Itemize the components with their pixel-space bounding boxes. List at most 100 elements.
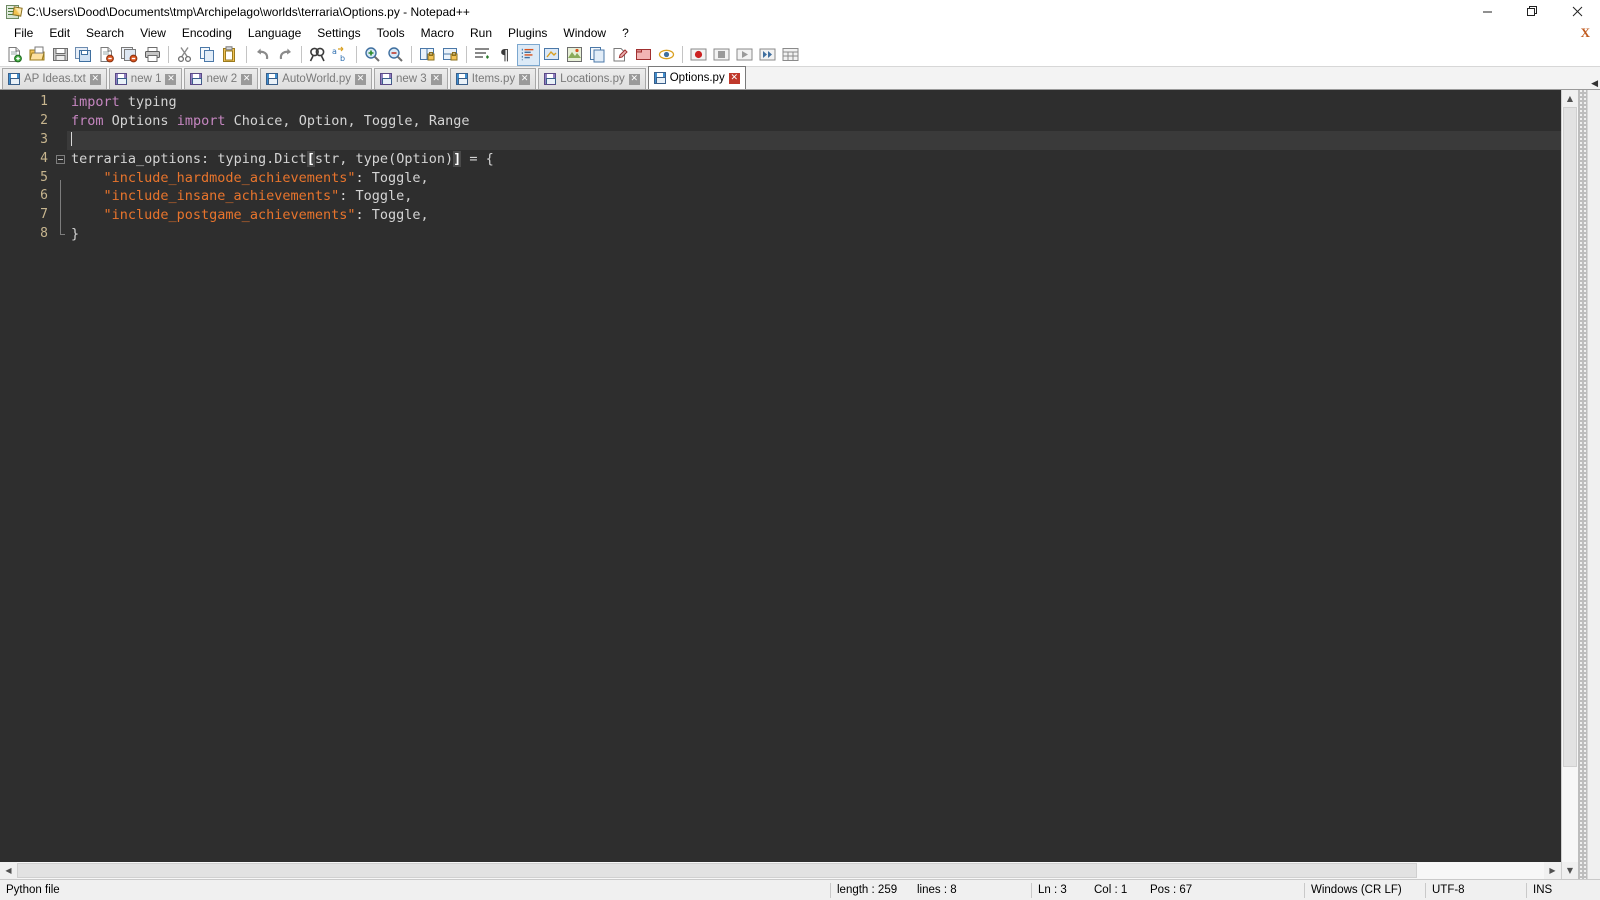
vscroll-thumb[interactable] xyxy=(1563,107,1577,767)
tab-close-icon[interactable]: ✕ xyxy=(165,73,177,85)
macro-run-multiple-icon[interactable] xyxy=(756,44,779,66)
tab-new-3[interactable]: new 3 ✕ xyxy=(374,68,448,89)
menu-item-language[interactable]: Language xyxy=(240,24,309,42)
status-insert-mode[interactable]: INS xyxy=(1527,880,1558,900)
macro-stop-icon[interactable] xyxy=(710,44,733,66)
paste-icon[interactable] xyxy=(219,44,242,66)
code-content[interactable]: import typing from Options import Choice,… xyxy=(67,90,1561,862)
show-indent-guide-icon[interactable] xyxy=(517,43,540,66)
menu-item-tools[interactable]: Tools xyxy=(369,24,413,42)
fold-toggle[interactable] xyxy=(55,150,67,169)
function-list-icon[interactable] xyxy=(586,44,609,66)
tab-close-icon[interactable]: ✕ xyxy=(628,73,640,85)
fold-margin[interactable] xyxy=(55,90,67,862)
vscroll-track[interactable] xyxy=(1562,107,1578,862)
tab-close-icon[interactable]: ✕ xyxy=(241,73,253,85)
close-all-files-icon[interactable] xyxy=(118,44,141,66)
replace-icon[interactable]: a b xyxy=(329,44,352,66)
macro-save-icon[interactable] xyxy=(779,44,802,66)
code-line[interactable]: from Options import Choice, Option, Togg… xyxy=(67,112,1561,131)
new-file-icon[interactable] xyxy=(3,44,26,66)
macro-play-icon[interactable] xyxy=(733,44,756,66)
tab-items-py[interactable]: Items.py ✕ xyxy=(449,68,537,89)
print-icon[interactable] xyxy=(141,44,164,66)
undo-icon[interactable] xyxy=(251,44,274,66)
tab-close-icon[interactable]: ✕ xyxy=(519,73,531,85)
scroll-up-icon[interactable]: ▲ xyxy=(1562,90,1578,107)
close-file-icon[interactable] xyxy=(95,44,118,66)
macro-record-icon[interactable] xyxy=(687,44,710,66)
code-line[interactable]: } xyxy=(67,225,1561,244)
menu-item-file[interactable]: File xyxy=(6,24,41,42)
redo-icon[interactable] xyxy=(274,44,297,66)
menu-item-macro[interactable]: Macro xyxy=(413,24,462,42)
tab-locations-py[interactable]: Locations.py ✕ xyxy=(538,68,646,89)
save-icon[interactable] xyxy=(49,44,72,66)
menu-item-encoding[interactable]: Encoding xyxy=(174,24,240,42)
scroll-right-icon[interactable]: ▶ xyxy=(1544,862,1561,879)
code-line[interactable]: "include_hardmode_achievements": Toggle, xyxy=(67,169,1561,188)
tab-autoworld-py[interactable]: AutoWorld.py ✕ xyxy=(260,68,372,89)
code-line[interactable] xyxy=(67,130,1561,150)
code-token: = { xyxy=(461,150,494,167)
scroll-left-icon[interactable]: ◀ xyxy=(0,862,17,879)
menu-item-edit[interactable]: Edit xyxy=(41,24,78,42)
folder-as-workspace-icon[interactable] xyxy=(609,44,632,66)
horizontal-scrollbar[interactable]: ◀ ▶ xyxy=(0,862,1561,879)
tab-new-1[interactable]: new 1 ✕ xyxy=(108,68,183,89)
code-token: Option xyxy=(298,112,348,129)
word-wrap-icon[interactable] xyxy=(471,44,494,66)
menu-item-settings[interactable]: Settings xyxy=(309,24,368,42)
code-token: , xyxy=(412,112,421,129)
copy-icon[interactable] xyxy=(196,44,219,66)
tab-scroll-left-icon[interactable]: ◀ xyxy=(1591,79,1598,88)
open-file-icon[interactable] xyxy=(26,44,49,66)
menu-item-view[interactable]: View xyxy=(132,24,174,42)
restore-button[interactable] xyxy=(1510,0,1555,23)
find-icon[interactable] xyxy=(306,44,329,66)
vertical-scrollbar[interactable]: ▲ ▼ xyxy=(1561,90,1578,879)
sync-vertical-scroll-icon[interactable] xyxy=(416,44,439,66)
monitoring-icon[interactable] xyxy=(632,44,655,66)
close-document-button[interactable]: X xyxy=(1581,25,1590,41)
code-editor[interactable]: 1 2 3 4 5 6 7 8 import typing from Option… xyxy=(0,90,1561,862)
eye-icon[interactable] xyxy=(655,44,678,66)
tab-close-icon[interactable]: ✕ xyxy=(728,72,740,84)
code-line[interactable]: "include_insane_achievements": Toggle, xyxy=(67,187,1561,206)
tab-options-py[interactable]: Options.py ✕ xyxy=(647,66,746,89)
tab-scroll-controls[interactable]: ◀ xyxy=(1591,79,1598,88)
sync-horizontal-scroll-icon[interactable] xyxy=(439,44,462,66)
menu-item-help[interactable]: ? xyxy=(614,24,637,42)
menu-item-plugins[interactable]: Plugins xyxy=(500,24,555,42)
line-number: 1 xyxy=(40,94,48,109)
code-line[interactable]: "include_postgame_achievements": Toggle, xyxy=(67,206,1561,225)
document-map-icon[interactable] xyxy=(563,44,586,66)
zoom-in-icon[interactable] xyxy=(361,44,384,66)
cut-icon[interactable] xyxy=(173,44,196,66)
code-line[interactable]: import typing xyxy=(67,93,1561,112)
menu-item-window[interactable]: Window xyxy=(555,24,614,42)
menu-item-search[interactable]: Search xyxy=(78,24,132,42)
zoom-out-icon[interactable] xyxy=(384,44,407,66)
hscroll-thumb[interactable] xyxy=(17,863,1417,878)
panel-splitter[interactable] xyxy=(1578,90,1587,879)
user-defined-language-icon[interactable] xyxy=(540,44,563,66)
code-token: Options xyxy=(111,112,169,129)
minimize-button[interactable] xyxy=(1465,0,1510,23)
save-all-icon[interactable] xyxy=(72,44,95,66)
svg-text:a: a xyxy=(332,47,337,56)
code-line[interactable]: terraria_options: typing.Dict[str, type(… xyxy=(67,150,1561,169)
tab-close-icon[interactable]: ✕ xyxy=(430,73,442,85)
tab-new-2[interactable]: new 2 ✕ xyxy=(184,68,259,89)
hscroll-track[interactable] xyxy=(17,862,1544,879)
scroll-down-icon[interactable]: ▼ xyxy=(1562,862,1578,879)
tab-ap-ideas-txt[interactable]: AP Ideas.txt ✕ xyxy=(2,68,107,89)
save-blue-icon xyxy=(266,73,279,85)
menu-item-run[interactable]: Run xyxy=(462,24,500,42)
tab-close-icon[interactable]: ✕ xyxy=(89,73,101,85)
show-all-characters-icon[interactable]: ¶ xyxy=(494,44,517,66)
fold-collapse-icon[interactable] xyxy=(56,154,65,164)
tab-close-icon[interactable]: ✕ xyxy=(355,73,366,85)
code-token: from xyxy=(71,112,104,129)
close-button[interactable] xyxy=(1555,0,1600,23)
